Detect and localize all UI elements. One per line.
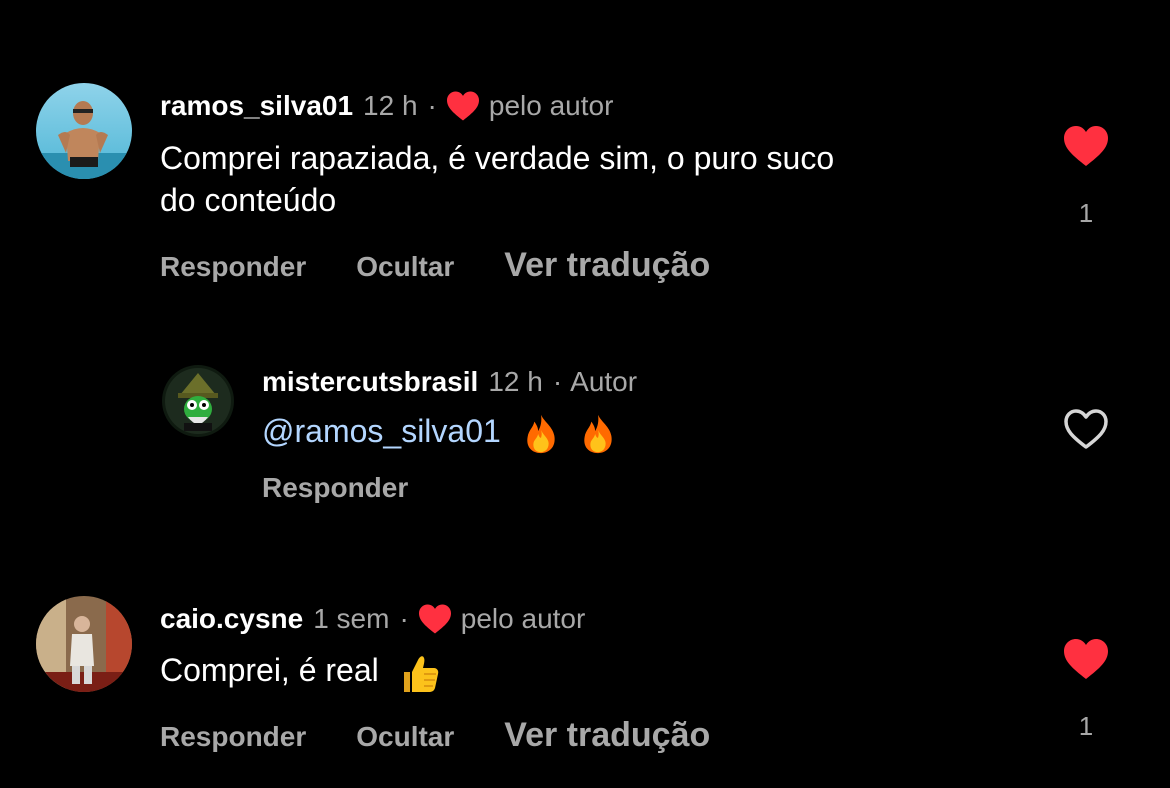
author-liked-heart-icon <box>417 603 453 635</box>
comment-meta: ramos_silva01 12 h · pelo autor <box>160 89 613 123</box>
comment-actions: Responder Ocultar Ver tradução <box>160 716 710 755</box>
comment-text-body: Comprei, é real <box>160 652 379 688</box>
translate-button[interactable]: Ver tradução <box>504 716 710 755</box>
comment-text: @ramos_silva01 <box>262 410 962 455</box>
timestamp: 12 h <box>488 366 543 397</box>
hide-button[interactable]: Ocultar <box>356 721 454 753</box>
translate-button[interactable]: Ver tradução <box>504 246 710 285</box>
heart-filled-icon[interactable] <box>1061 637 1111 681</box>
heart-filled-icon[interactable] <box>1061 124 1111 168</box>
reply-button[interactable]: Responder <box>160 721 306 753</box>
hide-button[interactable]: Ocultar <box>356 251 454 283</box>
reply-button[interactable]: Responder <box>262 472 408 504</box>
comment-meta: mistercutsbrasil 12 h · Autor <box>262 365 637 399</box>
timestamp: 1 sem <box>313 603 390 634</box>
avatar[interactable] <box>36 596 132 692</box>
username[interactable]: mistercutsbrasil <box>262 365 478 399</box>
timestamp: 12 h <box>363 90 418 121</box>
author-liked-label: pelo autor <box>488 90 614 121</box>
like-count: 1 <box>1078 198 1094 228</box>
author-badge: Autor <box>570 366 638 397</box>
comment-actions: Responder Ocultar Ver tradução <box>160 246 710 285</box>
fire-emoji <box>577 413 619 455</box>
comment-meta: caio.cysne 1 sem · pelo autor <box>160 602 585 636</box>
reply-button[interactable]: Responder <box>160 251 306 283</box>
separator: · <box>399 603 409 634</box>
heart-outline-icon[interactable] <box>1061 407 1111 451</box>
comment-text: Comprei rapaziada, é verdade sim, o puro… <box>160 137 1000 221</box>
comment-text: Comprei, é real <box>160 649 860 696</box>
avatar[interactable] <box>36 83 132 179</box>
fire-emoji <box>520 413 562 455</box>
like-count: 1 <box>1078 711 1094 741</box>
username[interactable]: caio.cysne <box>160 602 303 636</box>
mention-link[interactable]: @ramos_silva01 <box>262 413 501 449</box>
author-liked-label: pelo autor <box>460 603 586 634</box>
separator: · <box>552 366 563 397</box>
avatar[interactable] <box>162 365 234 437</box>
thumbs-up-emoji <box>396 650 442 696</box>
author-liked-heart-icon <box>445 90 481 122</box>
comment-text-line: do conteúdo <box>160 182 337 218</box>
comment-actions: Responder <box>262 472 408 504</box>
comment-text-line: Comprei rapaziada, é verdade sim, o puro… <box>160 140 835 176</box>
separator: · <box>427 90 437 121</box>
username[interactable]: ramos_silva01 <box>160 89 353 123</box>
